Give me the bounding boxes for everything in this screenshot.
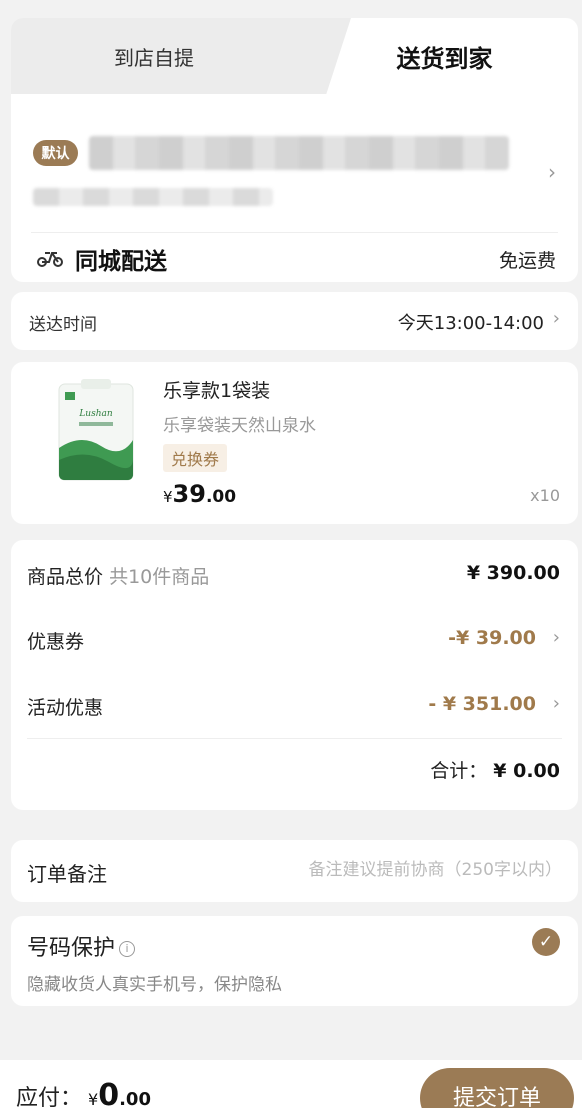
product-image: Lushan (58, 379, 134, 481)
currency-symbol: ¥ (163, 488, 173, 506)
amount-due-value: ¥0.00 (88, 1078, 151, 1108)
goods-total-row: 商品总价 共10件商品 ¥ 390.00 (11, 554, 578, 594)
address-selector[interactable]: 默认 › (11, 112, 578, 230)
svg-text:Lushan: Lushan (78, 409, 113, 419)
delivery-time-row[interactable]: 送达时间 今天13:00-14:00 › (11, 292, 578, 350)
product-description: 乐享袋装天然山泉水 (163, 416, 316, 436)
order-remark-row: 订单备注 (11, 840, 578, 902)
chevron-right-icon: › (548, 160, 556, 184)
product-quantity: x10 (530, 486, 560, 505)
total-label: 合计： (430, 760, 488, 782)
amount-due-label: 应付： (16, 1086, 83, 1108)
voucher-tag: 兑换券 (163, 444, 228, 472)
delivery-method-label: 同城配送 (75, 249, 167, 275)
number-protection-description: 隐藏收货人真实手机号，保护隐私 (27, 975, 282, 995)
info-icon[interactable]: i (119, 941, 136, 957)
coupon-value: -¥ 39.00 (448, 627, 536, 649)
delivery-address-card: 到店自提 送货到家 默认 › 同城配送 免运费 (11, 18, 578, 282)
price-integer: 39 (172, 480, 206, 508)
delivery-fee: 免运费 (498, 250, 556, 272)
order-total: 合计： ¥ 0.00 (430, 756, 560, 783)
amount-due: 应付： ¥0.00 (16, 1078, 151, 1108)
coupon-label: 优惠券 (27, 631, 85, 653)
order-remark-label: 订单备注 (27, 862, 107, 886)
tab-pickup[interactable]: 到店自提 (11, 18, 321, 94)
chevron-right-icon: › (552, 308, 560, 329)
activity-discount-value: - ¥ 351.00 (428, 693, 536, 715)
tab-delivery[interactable]: 送货到家 (311, 18, 578, 94)
product-name: 乐享款1袋装 (163, 380, 271, 402)
default-address-badge: 默认 (33, 140, 78, 166)
contact-blurred-text (33, 188, 273, 206)
submit-order-button[interactable]: 提交订单 (420, 1068, 574, 1108)
delivery-time-value: 今天13:00-14:00 (397, 313, 544, 334)
order-remark-input[interactable] (262, 854, 562, 886)
coupon-row[interactable]: 优惠券 -¥ 39.00 › (11, 619, 578, 659)
check-icon[interactable]: ✓ (532, 928, 560, 956)
activity-discount-label: 活动优惠 (27, 697, 104, 719)
price-summary: 商品总价 共10件商品 ¥ 390.00 优惠券 -¥ 39.00 › 活动优惠… (11, 540, 578, 810)
goods-total-value: ¥ 390.00 (466, 562, 560, 584)
divider (27, 738, 562, 739)
goods-count: 共10件商品 (109, 566, 210, 588)
product-price: ¥39.00 (163, 480, 236, 508)
price-decimal: .00 (205, 487, 237, 507)
goods-total-label: 商品总价 共10件商品 (27, 566, 210, 588)
number-protection-card: 号码保护 i 隐藏收货人真实手机号，保护隐私 ✓ (11, 916, 578, 1006)
total-value: ¥ 0.00 (493, 760, 560, 782)
product-item: Lushan 乐享款1袋装 乐享袋装天然山泉水 兑换券 ¥39.00 x10 (11, 362, 578, 524)
activity-discount-row[interactable]: 活动优惠 - ¥ 351.00 › (11, 685, 578, 725)
delivery-method-row: 同城配送 免运费 (11, 232, 578, 282)
chevron-right-icon: › (552, 693, 560, 714)
checkout-bar: 应付： ¥0.00 提交订单 (0, 1060, 582, 1108)
chevron-right-icon: › (552, 627, 560, 648)
delivery-time-label: 送达时间 (29, 315, 97, 335)
scooter-icon (37, 252, 63, 267)
number-protection-title: 号码保护 i (27, 930, 136, 962)
address-blurred-text (89, 136, 509, 170)
